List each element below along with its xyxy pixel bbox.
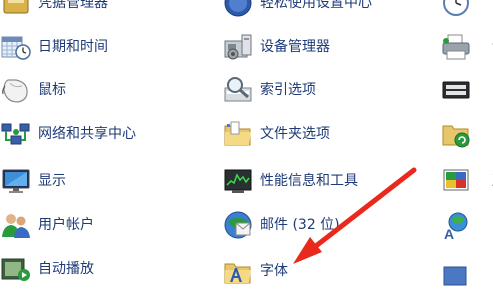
ease-of-access-label: 轻松使用设置中心 (260, 0, 372, 11)
column3-item-5[interactable]: 颜 (440, 164, 493, 198)
column3-item-2[interactable]: 设 (440, 30, 493, 64)
column3-item-6[interactable]: A (440, 208, 492, 242)
display-item[interactable]: 显示 (0, 164, 66, 198)
credential-manager-item[interactable]: 凭据管理器 (0, 0, 108, 20)
svg-text:A: A (444, 226, 454, 241)
performance-icon (224, 169, 252, 193)
monitor-icon (2, 169, 30, 193)
network-icon (1, 123, 30, 145)
mouse-icon (2, 79, 28, 103)
fonts-icon (224, 263, 251, 284)
control-panel-items: 凭据管理器 日期和时间 鼠标 网络和共享中心 显示 用户帐户 自动播放 轻松使用… (0, 0, 493, 288)
performance-label: 性能信息和工具 (260, 173, 358, 189)
date-time-label: 日期和时间 (38, 39, 108, 55)
fonts-label: 字体 (260, 263, 288, 279)
clock-icon (443, 0, 469, 16)
device-manager-label: 设备管理器 (260, 39, 330, 55)
color-icon (443, 169, 469, 191)
mail-item[interactable]: 邮件 (32 位) (222, 208, 340, 242)
mail-icon (224, 211, 252, 239)
credential-manager-label: 凭据管理器 (38, 0, 108, 11)
network-sharing-label: 网络和共享中心 (38, 126, 136, 142)
folder-options-item[interactable]: 文件夹选项 (222, 117, 330, 151)
printer-icon (442, 34, 470, 60)
language-icon: A (444, 212, 468, 241)
autoplay-item[interactable]: 自动播放 (0, 252, 94, 286)
mouse-label: 鼠标 (38, 82, 66, 98)
performance-item[interactable]: 性能信息和工具 (222, 164, 358, 198)
indexing-options-label: 索引选项 (260, 82, 316, 98)
device-manager-icon (224, 34, 252, 60)
sync-folder-icon (442, 125, 470, 148)
ease-of-access-icon (224, 0, 252, 17)
user-accounts-label: 用户帐户 (38, 217, 94, 233)
partial-icon (443, 266, 467, 286)
indexing-options-item[interactable]: 索引选项 (222, 73, 316, 107)
calendar-clock-icon (1, 36, 31, 60)
display-label: 显示 (38, 173, 66, 189)
credential-manager-icon (3, 0, 29, 14)
fonts-item[interactable]: 字体 (222, 254, 288, 288)
autoplay-label: 自动播放 (38, 261, 94, 277)
date-time-item[interactable]: 日期和时间 (0, 30, 108, 64)
user-accounts-item[interactable]: 用户帐户 (0, 208, 94, 242)
network-sharing-item[interactable]: 网络和共享中心 (0, 117, 136, 151)
column3-item-3[interactable] (440, 73, 492, 107)
device-manager-item[interactable]: 设备管理器 (222, 30, 330, 64)
folder-options-icon (224, 121, 251, 146)
autoplay-icon (1, 258, 30, 281)
column3-item-1[interactable] (440, 0, 492, 20)
ease-of-access-item[interactable]: 轻松使用设置中心 (222, 0, 372, 20)
mouse-item[interactable]: 鼠标 (0, 73, 66, 107)
keyboard-icon (442, 81, 470, 99)
mail-label: 邮件 (32 位) (260, 217, 340, 233)
users-icon (2, 214, 30, 238)
indexing-icon (224, 77, 252, 102)
column3-item-4[interactable] (440, 117, 492, 151)
folder-options-label: 文件夹选项 (260, 126, 330, 142)
